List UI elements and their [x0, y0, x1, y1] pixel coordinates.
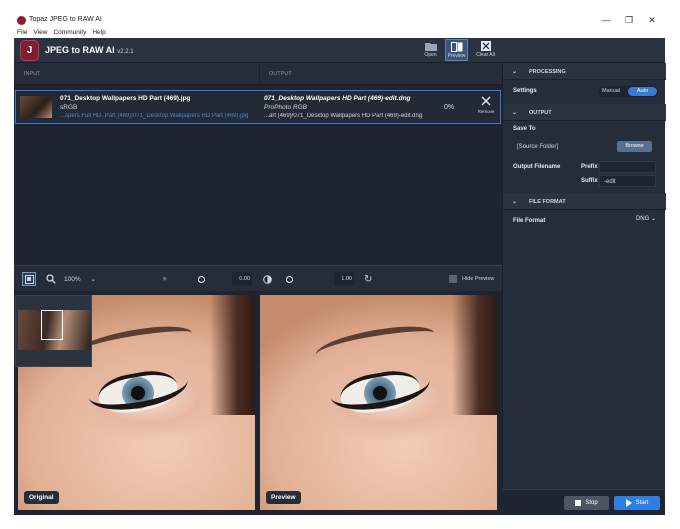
- app-name: JPEG to RAW AI: [45, 45, 115, 55]
- file-row[interactable]: 071_Desktop Wallpapers HD Part (469).jpg…: [15, 90, 501, 124]
- start-label: Start: [635, 500, 649, 506]
- menu-community[interactable]: Community: [50, 28, 89, 36]
- preview-label: Preview: [447, 53, 466, 59]
- processing-section-header[interactable]: ⌄ PROCESSING: [503, 63, 666, 80]
- original-label: Original: [24, 491, 59, 504]
- preview-button[interactable]: Preview: [445, 39, 468, 61]
- settings-label: Settings: [513, 88, 537, 94]
- column-headers: INPUT OUTPUT: [14, 63, 502, 85]
- zoom-icon[interactable]: [46, 272, 56, 286]
- play-icon: [625, 499, 632, 507]
- split-view-icon: [450, 42, 462, 52]
- output-column-header: OUTPUT: [269, 71, 292, 77]
- minimize-button[interactable]: —: [599, 15, 613, 25]
- contrast-icon: [263, 272, 272, 286]
- preview-label: Preview: [266, 491, 301, 504]
- auto-option[interactable]: Auto: [628, 87, 657, 96]
- open-label: Open: [424, 52, 437, 58]
- preview-pane[interactable]: Preview: [260, 295, 497, 510]
- output-profile: ProPhoto RGB: [264, 104, 307, 111]
- prefix-input[interactable]: [599, 161, 656, 173]
- save-to-label: Save To: [513, 126, 536, 132]
- app-header: J JPEG to RAW AI v2.2.1 Open Preview Cle…: [14, 38, 665, 63]
- menu-view[interactable]: View: [30, 28, 50, 36]
- clear-all-button[interactable]: Clear All: [474, 39, 497, 61]
- output-filename-label: Output Filename: [513, 164, 561, 170]
- maximize-button[interactable]: ❐: [622, 15, 636, 26]
- stop-label: Stop: [585, 500, 598, 506]
- menu-bar: File View Community Help: [14, 28, 665, 38]
- manual-option[interactable]: Manual: [602, 88, 620, 94]
- input-column-header: INPUT: [24, 71, 41, 77]
- hide-preview-button[interactable]: Hide Preview: [449, 272, 494, 286]
- input-colorspace: sRGB: [60, 104, 78, 111]
- save-folder-value: [Source Folder]: [517, 144, 559, 150]
- file-format-label: File Format: [513, 218, 546, 224]
- folder-icon: [424, 43, 437, 51]
- progress-percent: 0%: [444, 104, 455, 111]
- file-list-area: INPUT OUTPUT 071_Desktop Wallpapers HD P…: [14, 63, 502, 265]
- settings-panel: ⌄ PROCESSING Settings Manual Auto ⌄ OUTP…: [502, 63, 666, 489]
- remove-label: Remove: [477, 109, 495, 114]
- contrast-slider[interactable]: [286, 272, 293, 286]
- stop-icon: [575, 500, 582, 506]
- start-button[interactable]: Start: [614, 496, 660, 510]
- app-icon: [17, 16, 26, 25]
- output-section-header[interactable]: ⌄ OUTPUT: [503, 104, 666, 121]
- close-button[interactable]: ✕: [645, 15, 659, 26]
- output-path: ...art (469)/071_Desktop Wallpapers HD P…: [264, 113, 423, 119]
- window-title: Topaz JPEG to RAW AI: [29, 16, 102, 23]
- suffix-label: Suffix: [581, 178, 598, 184]
- hide-preview-icon: [449, 275, 457, 283]
- stop-button[interactable]: Stop: [564, 496, 609, 510]
- exposure-icon: ✳: [162, 276, 168, 283]
- open-button[interactable]: Open: [419, 39, 442, 61]
- navigator-icon: [24, 274, 34, 284]
- navigator-toggle[interactable]: [22, 272, 36, 286]
- menu-help[interactable]: Help: [89, 28, 108, 36]
- zoom-value: 100%: [64, 275, 81, 283]
- file-format-value: DNG: [635, 216, 650, 222]
- remove-button[interactable]: Remove: [474, 94, 498, 122]
- preview-toolbar: 100% ⌄ ✳ 0.00 1.00 ↻ Hide Preview: [14, 265, 502, 291]
- app-window: Topaz JPEG to RAW AI — ❐ ✕ File View Commu…: [0, 0, 680, 529]
- file-format-section-header[interactable]: ⌄ FILE FORMAT: [503, 193, 666, 210]
- chevron-down-icon: ⌄: [512, 69, 518, 75]
- navigator-thumbnail[interactable]: [15, 295, 92, 367]
- input-filename: 071_Desktop Wallpapers HD Part (469).jpg: [60, 95, 191, 102]
- chevron-down-icon: ⌄: [650, 216, 656, 222]
- file-format-select[interactable]: DNG ⌄: [623, 215, 656, 227]
- prefix-label: Prefix: [581, 164, 598, 170]
- reset-icon[interactable]: ↻: [364, 272, 372, 286]
- action-bar: Stop Start: [502, 489, 665, 514]
- suffix-input[interactable]: -edit: [599, 175, 656, 187]
- chevron-down-icon: ⌄: [90, 276, 96, 283]
- navigator-viewport[interactable]: [41, 310, 63, 340]
- contrast-value[interactable]: 1.00: [334, 272, 354, 286]
- output-filename: 071_Desktop Wallpapers HD Part (469)-edi…: [264, 95, 411, 102]
- clear-all-icon: [480, 41, 491, 51]
- file-thumbnail: [20, 96, 52, 118]
- chevron-down-icon: ⌄: [512, 199, 518, 205]
- menu-file[interactable]: File: [14, 28, 30, 36]
- input-path: ...spers Full HD. Part (469)/071_Desktop…: [60, 113, 249, 119]
- exposure-value[interactable]: 0.00: [232, 272, 252, 286]
- mode-toggle[interactable]: Manual Auto: [598, 86, 658, 97]
- compare-area: Original Preview: [14, 291, 502, 514]
- browse-button[interactable]: Browse: [617, 141, 652, 152]
- hide-preview-label: Hide Preview: [462, 276, 495, 282]
- chevron-down-icon: ⌄: [512, 110, 518, 116]
- exposure-slider[interactable]: [198, 272, 205, 286]
- title-bar: Topaz JPEG to RAW AI — ❐ ✕: [14, 14, 665, 28]
- clear-all-label: Clear All: [476, 52, 495, 58]
- remove-icon: [481, 96, 491, 106]
- app-logo: J: [20, 40, 39, 61]
- zoom-select[interactable]: 100% ⌄: [64, 272, 96, 286]
- app-version: v2.2.1: [117, 49, 134, 55]
- app-title: JPEG to RAW AI v2.2.1: [45, 45, 134, 55]
